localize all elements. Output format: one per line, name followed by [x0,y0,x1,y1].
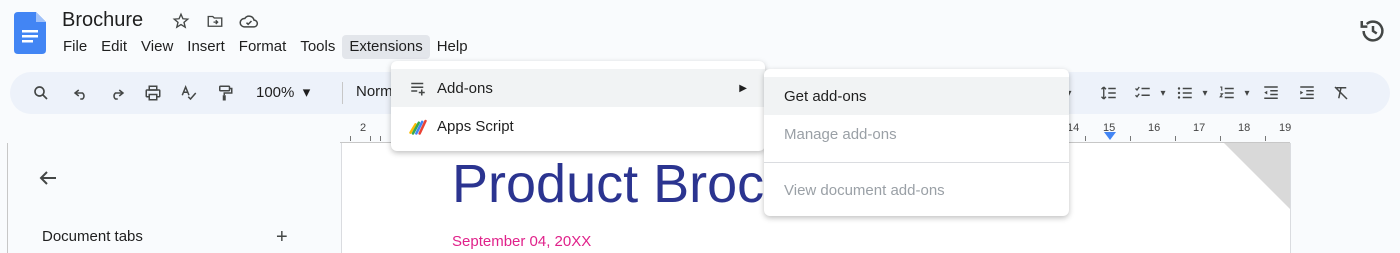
redo-icon[interactable] [106,82,128,104]
add-ons-icon [407,77,429,99]
ruler-number: 16 [1148,122,1161,134]
vertical-ruler [0,143,8,253]
ruler-number: 19 [1279,122,1292,134]
menu-edit[interactable]: Edit [94,35,134,59]
menu-item-manage-add-ons: Manage add-ons [784,125,897,143]
ruler-number: 18 [1238,122,1251,134]
undo-icon[interactable] [70,82,92,104]
chevron-down-icon[interactable]: ▾ [1198,82,1212,104]
zoom-select[interactable]: 100% ▾ [256,83,310,101]
checklist-icon[interactable] [1132,82,1154,104]
numbered-list-icon[interactable] [1216,82,1238,104]
chevron-down-icon[interactable]: ▾ [1240,82,1254,104]
menu-item-label: Add-ons [437,79,493,97]
docs-logo-icon[interactable] [14,12,46,54]
menu-insert[interactable]: Insert [180,35,232,59]
search-icon[interactable] [30,82,52,104]
submenu-arrow-icon: ▶ [739,82,747,94]
indent-marker-icon[interactable] [1104,132,1116,142]
add-tab-button[interactable]: + [276,226,288,249]
menu-item-label: Apps Script [437,117,514,135]
ruler-number: 17 [1193,122,1206,134]
bulleted-list-icon[interactable] [1174,82,1196,104]
document-title[interactable]: Brochure [62,9,143,32]
paragraph-style-select[interactable]: Norm [356,83,393,100]
increase-indent-icon[interactable] [1296,82,1318,104]
spellcheck-icon[interactable] [178,82,200,104]
menubar: File Edit View Insert Format Tools Exten… [56,35,475,59]
menu-format[interactable]: Format [232,35,294,59]
decrease-indent-icon[interactable] [1260,82,1282,104]
document-tabs-label: Document tabs [42,228,143,245]
toolbar-divider [342,82,343,104]
chevron-down-icon[interactable]: ▾ [1156,82,1170,104]
print-icon[interactable] [142,82,164,104]
line-spacing-icon[interactable] [1098,82,1120,104]
extensions-menu: Add-ons ▶ Apps Script [391,61,765,151]
menu-help[interactable]: Help [430,35,475,59]
document-date[interactable]: September 04, 20XX [452,233,591,250]
paint-format-icon[interactable] [214,82,236,104]
menu-extensions[interactable]: Extensions [342,35,430,59]
version-history-icon[interactable] [1358,16,1388,46]
menu-item-apps-script[interactable]: Apps Script [391,107,765,145]
star-icon[interactable] [170,10,192,32]
menu-item-view-document-add-ons: View document add-ons [784,181,945,199]
menu-tools[interactable]: Tools [293,35,342,59]
menu-view[interactable]: View [134,35,180,59]
document-heading[interactable]: Product Broch [452,153,794,215]
menu-item-add-ons[interactable]: Add-ons ▶ [391,69,765,107]
cloud-status-icon[interactable] [238,10,260,32]
page-corner-decoration [1224,143,1290,209]
apps-script-icon [407,115,429,137]
menu-divider [764,162,1069,163]
add-ons-submenu: Get add-ons Manage add-ons View document… [764,69,1069,216]
back-arrow-icon[interactable] [36,166,60,190]
move-folder-icon[interactable] [204,10,226,32]
menu-file[interactable]: File [56,35,94,59]
menu-item-get-add-ons[interactable]: Get add-ons [764,77,1069,115]
clear-formatting-icon[interactable] [1330,82,1352,104]
ruler-number: 2 [360,122,367,134]
